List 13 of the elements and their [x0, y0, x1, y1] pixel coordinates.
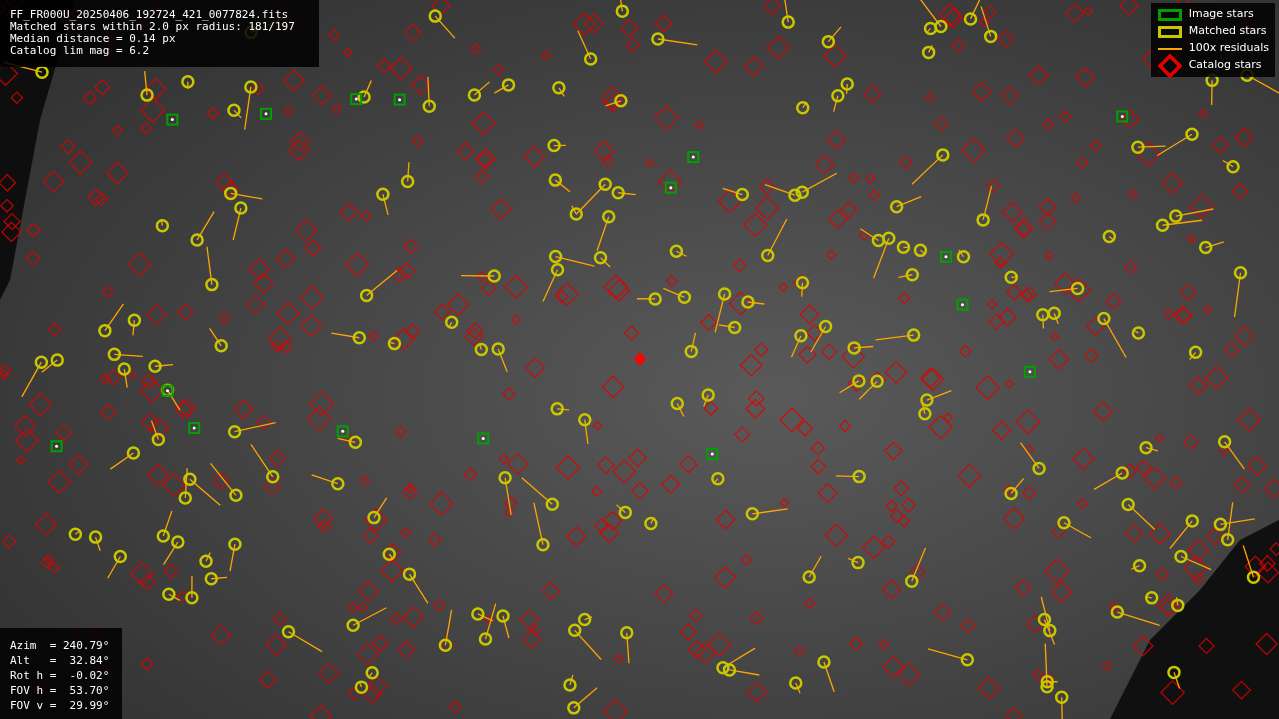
legend-label: Image stars: [1188, 6, 1254, 23]
pointing-text: Rot h = -0.02°: [10, 668, 111, 683]
info-text: Catalog lim mag = 6.2: [10, 45, 151, 57]
legend-label: Catalog stars: [1188, 57, 1262, 74]
legend-label: 100x residuals: [1188, 40, 1269, 57]
info-text: Median distance = 0.14 px: [10, 33, 177, 45]
pointing-text: Azim = 240.79°: [10, 638, 111, 653]
info-text: Matched stars within 2.0 px radius: 181/197: [10, 21, 296, 33]
pointing-text: Alt = 32.84°: [10, 653, 111, 668]
pointing-text: FOV h = 53.70°: [10, 683, 111, 698]
legend-label: Matched stars: [1188, 23, 1267, 40]
info-text: FF_FR000U_20250406_192724_421_0077824.fits: [10, 9, 290, 21]
pointing-text: FOV v = 29.99°: [10, 698, 111, 713]
